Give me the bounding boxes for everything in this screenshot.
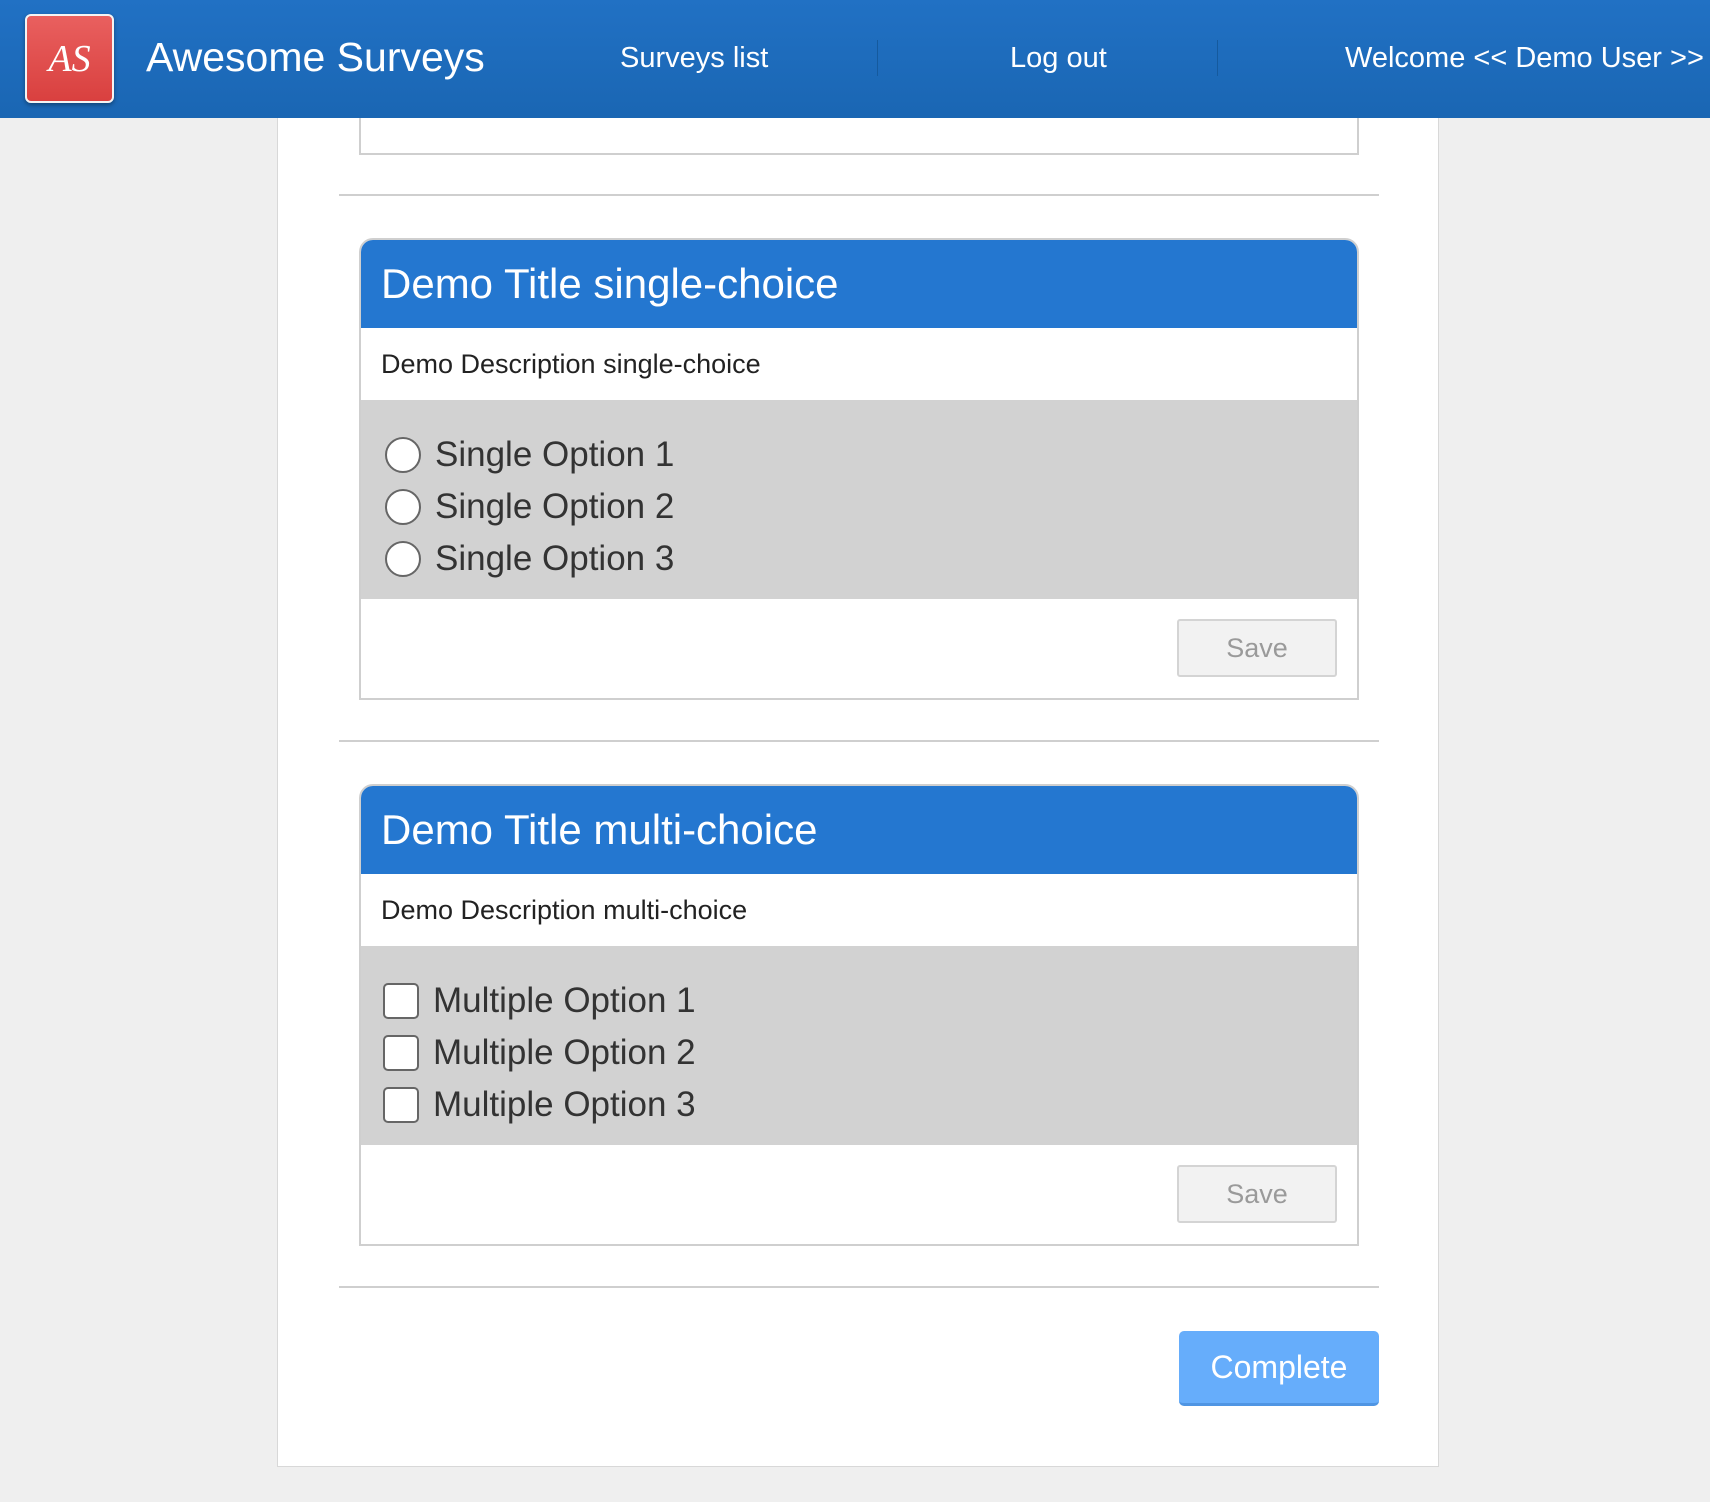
option-label: Single Option 3 [435, 539, 675, 578]
option-label: Single Option 2 [435, 487, 675, 526]
options-list: Multiple Option 1 Multiple Option 2 Mult… [361, 946, 1357, 1145]
nav-separator [877, 40, 878, 76]
radio-option[interactable]: Single Option 3 [361, 533, 1357, 585]
card-footer: Save [361, 599, 1357, 698]
section-divider [339, 740, 1379, 742]
checkbox[interactable] [383, 1087, 419, 1123]
section-divider [339, 194, 1379, 196]
checkbox-option[interactable]: Multiple Option 2 [361, 1027, 1357, 1079]
question-description: Demo Description single-choice [381, 349, 761, 379]
option-label: Single Option 1 [435, 435, 675, 474]
save-button[interactable]: Save [1177, 1165, 1337, 1223]
save-button[interactable]: Save [1177, 619, 1337, 677]
radio-option[interactable]: Single Option 2 [361, 481, 1357, 533]
option-label: Multiple Option 3 [433, 1085, 696, 1124]
app-brand-title[interactable]: Awesome Surveys [146, 34, 485, 81]
options-list: Single Option 1 Single Option 2 Single O… [361, 400, 1357, 599]
question-title: Demo Title single-choice [361, 240, 1357, 328]
question-card-multi-choice: Demo Title multi-choice Demo Description… [359, 784, 1359, 1246]
radio-button[interactable] [385, 437, 421, 473]
card-footer: Save [361, 1145, 1357, 1244]
nav-surveys-list-link[interactable]: Surveys list [620, 42, 768, 75]
app-logo[interactable]: AS [25, 14, 114, 103]
question-title: Demo Title multi-choice [361, 786, 1357, 874]
complete-button[interactable]: Complete [1179, 1331, 1379, 1406]
nav-welcome-user[interactable]: Welcome << Demo User >> [1345, 42, 1704, 75]
nav-separator [1217, 40, 1218, 76]
section-divider [339, 1286, 1379, 1288]
question-card-single-choice: Demo Title single-choice Demo Descriptio… [359, 238, 1359, 700]
radio-button[interactable] [385, 489, 421, 525]
survey-content-panel: Demo Title single-choice Demo Descriptio… [277, 0, 1439, 1467]
checkbox-option[interactable]: Multiple Option 1 [361, 975, 1357, 1027]
option-label: Multiple Option 1 [433, 981, 696, 1020]
radio-option[interactable]: Single Option 1 [361, 429, 1357, 481]
option-label: Multiple Option 2 [433, 1033, 696, 1072]
top-navbar: AS Awesome Surveys Surveys list Log out … [0, 0, 1710, 118]
question-description: Demo Description multi-choice [381, 895, 748, 925]
radio-button[interactable] [385, 541, 421, 577]
checkbox[interactable] [383, 1035, 419, 1071]
checkbox-option[interactable]: Multiple Option 3 [361, 1079, 1357, 1131]
nav-log-out-link[interactable]: Log out [1010, 42, 1107, 75]
checkbox[interactable] [383, 983, 419, 1019]
